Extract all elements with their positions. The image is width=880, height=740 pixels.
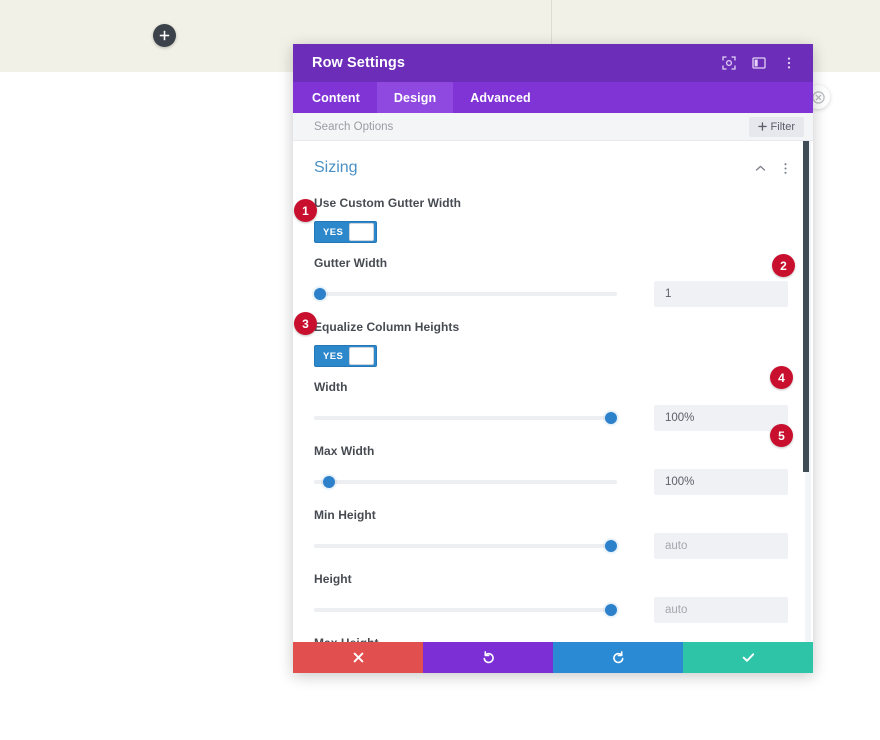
redo-arrow-icon: [612, 651, 623, 664]
slider-max-width[interactable]: [314, 474, 617, 490]
slider-track: [314, 544, 617, 548]
toggle-knob: [349, 347, 374, 365]
page-title: Row Settings: [312, 55, 406, 71]
modal-titlebar: Row Settings: [293, 44, 813, 82]
slider-track: [314, 608, 617, 612]
value-min-height[interactable]: auto: [654, 533, 788, 559]
field-use-custom-gutter-width: Use Custom Gutter Width YES: [314, 183, 792, 243]
callout-badge-1: 1: [294, 199, 317, 222]
scrollbar-track[interactable]: [803, 141, 811, 642]
callout-badge-2: 2: [772, 254, 795, 277]
value-max-width[interactable]: 100%: [654, 469, 788, 495]
field-label: Gutter Width: [314, 256, 388, 270]
filter-button[interactable]: Filter: [748, 116, 804, 137]
slider-height[interactable]: [314, 602, 617, 618]
tab-content[interactable]: Content: [293, 82, 377, 113]
tab-design[interactable]: Design: [376, 82, 454, 113]
focus-target-button[interactable]: [721, 55, 737, 71]
close-circle-icon: [811, 90, 825, 104]
field-label: Width: [314, 380, 348, 394]
field-label: Min Height: [314, 508, 376, 522]
section-tool-group: [754, 162, 792, 175]
focus-target-icon: [722, 56, 736, 70]
more-vertical-icon: [787, 57, 791, 69]
slider-gutter-width[interactable]: [314, 286, 617, 302]
value-width[interactable]: 100%: [654, 405, 788, 431]
slider-row: 100%: [314, 405, 792, 431]
more-vertical-icon: [784, 162, 787, 174]
slider-row: auto: [314, 597, 792, 623]
modal-body: Sizing Use Custom Gutter Width YES Gutte…: [293, 141, 813, 642]
toggle-use-custom-gutter-width[interactable]: YES: [314, 221, 377, 243]
slider-min-height[interactable]: [314, 538, 617, 554]
field-width: Width 100%: [314, 367, 792, 431]
plus-icon: [757, 122, 767, 131]
scrollbar-thumb[interactable]: [803, 141, 809, 472]
section-header-sizing: Sizing: [314, 141, 792, 183]
field-height: Height auto: [314, 559, 792, 623]
slider-row: 100%: [314, 469, 792, 495]
section-collapse-button[interactable]: [754, 162, 767, 175]
close-x-icon: [353, 652, 363, 663]
screen-root: Row Settings Content Design Advanced Sea…: [0, 0, 880, 740]
checkmark-icon: [742, 653, 754, 662]
plus-icon: [159, 30, 170, 41]
field-label: Equalize Column Heights: [314, 320, 460, 334]
field-label: Use Custom Gutter Width: [314, 196, 462, 210]
slider-track: [314, 480, 617, 484]
tab-advanced[interactable]: Advanced: [453, 82, 548, 113]
chevron-up-icon: [755, 165, 766, 171]
slider-handle[interactable]: [604, 604, 617, 616]
titlebar-more-button[interactable]: [781, 55, 797, 71]
field-max-height: Max Height none: [314, 623, 792, 642]
field-label: Max Height: [314, 636, 792, 642]
field-min-height: Min Height auto: [314, 495, 792, 559]
section-title: Sizing: [314, 159, 358, 176]
callout-badge-5: 5: [770, 424, 793, 447]
search-input[interactable]: [314, 120, 749, 133]
search-bar: Filter: [293, 113, 813, 141]
toggle-knob: [349, 223, 374, 241]
add-row-button[interactable]: [153, 24, 176, 47]
modal-footer: [293, 642, 813, 673]
field-label: Max Width: [314, 444, 375, 458]
toggle-label: YES: [323, 226, 344, 238]
slider-track: [314, 416, 617, 420]
field-equalize-column-heights: Equalize Column Heights YES: [314, 307, 792, 367]
slider-handle[interactable]: [604, 540, 617, 552]
cancel-button[interactable]: [293, 642, 423, 673]
callout-badge-3: 3: [294, 312, 317, 335]
slider-row: 1: [314, 281, 792, 307]
layout-panel-icon: [752, 57, 766, 69]
toggle-equalize-column-heights[interactable]: YES: [314, 345, 377, 367]
save-button[interactable]: [683, 642, 813, 673]
value-height[interactable]: auto: [654, 597, 788, 623]
column-divider-line: [551, 0, 552, 44]
field-max-width: Max Width 100%: [314, 431, 792, 495]
field-gutter-width: Gutter Width 1: [314, 243, 792, 307]
undo-button[interactable]: [423, 642, 553, 673]
callout-badge-4: 4: [770, 366, 793, 389]
slider-row: auto: [314, 533, 792, 559]
slider-handle[interactable]: [323, 476, 336, 488]
redo-button[interactable]: [553, 642, 683, 673]
titlebar-icon-group: [721, 55, 797, 71]
value-gutter-width[interactable]: 1: [654, 281, 788, 307]
toggle-label: YES: [323, 350, 344, 362]
settings-list: Sizing Use Custom Gutter Width YES Gutte…: [293, 141, 813, 642]
row-settings-modal: Row Settings Content Design Advanced Sea…: [293, 44, 813, 673]
slider-handle[interactable]: [314, 288, 327, 300]
field-label: Height: [314, 572, 352, 586]
slider-width[interactable]: [314, 410, 617, 426]
slider-handle[interactable]: [604, 412, 617, 424]
undo-arrow-icon: [483, 651, 494, 664]
slider-track: [314, 292, 617, 296]
modal-tab-bar: Content Design Advanced: [293, 82, 813, 113]
filter-button-label: Filter: [770, 120, 795, 133]
layout-panel-button[interactable]: [751, 55, 767, 71]
section-more-button[interactable]: [779, 162, 792, 175]
